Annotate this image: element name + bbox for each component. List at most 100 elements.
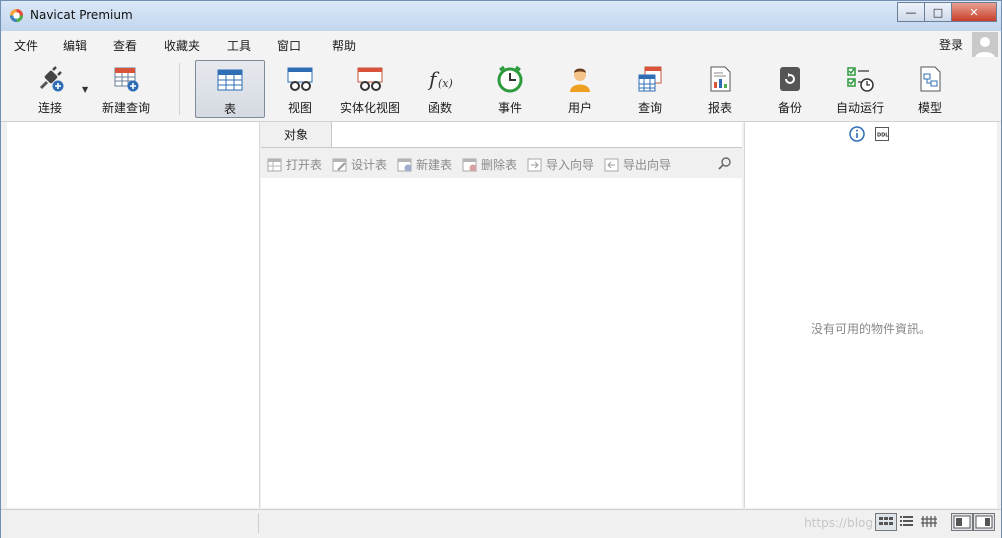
menu-bar: 文件 编辑 查看 收藏夹 工具 窗口 帮助 登录 (1, 31, 1001, 58)
user-icon (570, 68, 590, 92)
connect-label: 连接 (37, 101, 62, 115)
navicat-logo-icon (9, 8, 24, 23)
plug-connect-icon (39, 66, 64, 92)
connect-dropdown-icon[interactable]: ▼ (82, 85, 88, 94)
query-icon (638, 66, 662, 92)
toolbar-event-button[interactable]: 事件 (481, 60, 539, 118)
delete-table-button[interactable]: 删除表 (462, 156, 517, 173)
materialized-view-icon (357, 67, 383, 91)
event-clock-icon (497, 65, 523, 93)
new-query-label: 新建查询 (101, 101, 150, 115)
backup-icon (780, 67, 800, 91)
export-wizard-label: 导出向导 (623, 158, 672, 172)
list-view-icon (900, 516, 913, 526)
grid-view-button[interactable] (875, 513, 897, 531)
view-glasses-icon (287, 67, 313, 91)
function-label: 函数 (427, 101, 452, 115)
toolbar-model-button[interactable]: 模型 (901, 60, 959, 118)
status-bar: https://blog (1, 509, 1001, 538)
watermark-text: https://blog (804, 516, 873, 530)
tab-objects[interactable]: 对象 (261, 122, 332, 147)
materialized-view-label: 实体化视图 (339, 101, 400, 115)
toolbar-automation-button[interactable]: 自动运行 (831, 60, 889, 118)
window-title: Navicat Premium (30, 8, 133, 22)
connect-button[interactable]: 连接 (21, 60, 79, 118)
export-wizard-button[interactable]: 导出向导 (604, 156, 671, 173)
search-icon[interactable] (718, 156, 732, 170)
table-label: 表 (223, 102, 236, 116)
model-label: 模型 (917, 101, 942, 115)
import-wizard-button[interactable]: 导入向导 (527, 156, 594, 173)
import-wizard-icon (527, 158, 542, 171)
new-table-button[interactable]: 新建表 (397, 156, 452, 173)
svg-text:(x): (x) (438, 77, 453, 90)
automation-checklist-icon (847, 67, 874, 92)
minimize-button[interactable]: — (897, 2, 925, 22)
no-object-info-text: 没有可用的物件資訊。 (810, 322, 931, 336)
new-query-button[interactable]: 新建查询 (97, 60, 155, 118)
info-icon[interactable] (849, 126, 865, 142)
menu-help[interactable]: 帮助 (332, 37, 356, 54)
toolbar-table-button[interactable]: 表 (195, 60, 265, 118)
report-icon (710, 66, 731, 92)
user-label: 用户 (567, 101, 592, 115)
close-icon: ✕ (969, 5, 979, 19)
design-table-label: 设计表 (351, 158, 388, 172)
title-bar: Navicat Premium — □ ✕ (1, 1, 1001, 31)
toolbar-backup-button[interactable]: 备份 (761, 60, 819, 118)
panel-right-icon (975, 515, 993, 529)
connection-tree-pane[interactable] (7, 122, 260, 508)
close-button[interactable]: ✕ (951, 2, 997, 22)
object-action-bar: 打开表 设计表 新建表 删除表 导入向导 导出向导 (261, 148, 742, 178)
window-controls: — □ ✕ (897, 2, 997, 22)
new-table-label: 新建表 (416, 158, 453, 172)
maximize-icon: □ (932, 5, 944, 19)
design-table-icon (332, 158, 347, 171)
main-toolbar: 连接 ▼ 新建查询 表 视图 实体化视图 f (x) 函数 事件 用户 查询 报… (1, 57, 1001, 122)
maximize-button[interactable]: □ (924, 2, 952, 22)
toolbar-view-button[interactable]: 视图 (271, 60, 329, 118)
svg-text:DDL: DDL (877, 133, 889, 139)
grid-view-icon (879, 517, 893, 525)
menu-window[interactable]: 窗口 (277, 37, 301, 54)
event-label: 事件 (497, 101, 522, 115)
app-window: Navicat Premium — □ ✕ 文件 编辑 查看 收藏夹 工具 窗口… (0, 0, 1002, 538)
open-table-button[interactable]: 打开表 (267, 156, 322, 173)
menu-tools[interactable]: 工具 (227, 37, 251, 54)
delete-table-icon (462, 158, 477, 171)
delete-table-label: 删除表 (481, 158, 518, 172)
toolbar-function-button[interactable]: f (x) 函数 (411, 60, 469, 118)
toggle-info-pane-button[interactable] (951, 513, 973, 531)
login-link[interactable]: 登录 (939, 36, 963, 53)
backup-label: 备份 (777, 101, 802, 115)
list-view-button[interactable] (897, 513, 919, 531)
view-label: 视图 (287, 101, 312, 115)
toolbar-separator (179, 63, 180, 115)
info-pane: DDL 没有可用的物件資訊。 (744, 122, 997, 508)
menu-favorites[interactable]: 收藏夹 (164, 37, 200, 54)
toolbar-user-button[interactable]: 用户 (551, 60, 609, 118)
object-pane: 对象 打开表 设计表 新建表 删除表 导入向导 导出向导 (261, 122, 742, 508)
import-wizard-label: 导入向导 (546, 158, 595, 172)
automation-label: 自动运行 (835, 101, 884, 115)
menu-file[interactable]: 文件 (14, 37, 38, 54)
detail-view-icon (921, 516, 937, 527)
user-avatar-icon (975, 37, 995, 58)
toolbar-materialized-view-button[interactable]: 实体化视图 (337, 60, 403, 118)
menu-view[interactable]: 查看 (113, 37, 137, 54)
avatar[interactable] (972, 32, 998, 58)
detail-view-button[interactable] (919, 513, 941, 531)
ddl-icon[interactable]: DDL (875, 127, 889, 141)
query-label: 查询 (637, 101, 662, 115)
design-table-button[interactable]: 设计表 (332, 156, 387, 173)
open-table-label: 打开表 (286, 158, 323, 172)
toolbar-query-button[interactable]: 查询 (621, 60, 679, 118)
export-wizard-icon (604, 158, 619, 171)
toolbar-report-button[interactable]: 报表 (691, 60, 749, 118)
menu-edit[interactable]: 编辑 (63, 37, 87, 54)
toggle-preview-pane-button[interactable] (973, 513, 995, 531)
table-icon (217, 69, 243, 91)
panel-left-icon (953, 515, 971, 529)
object-tabbar: 对象 (261, 122, 742, 148)
function-fx-icon: f (x) (427, 67, 453, 91)
